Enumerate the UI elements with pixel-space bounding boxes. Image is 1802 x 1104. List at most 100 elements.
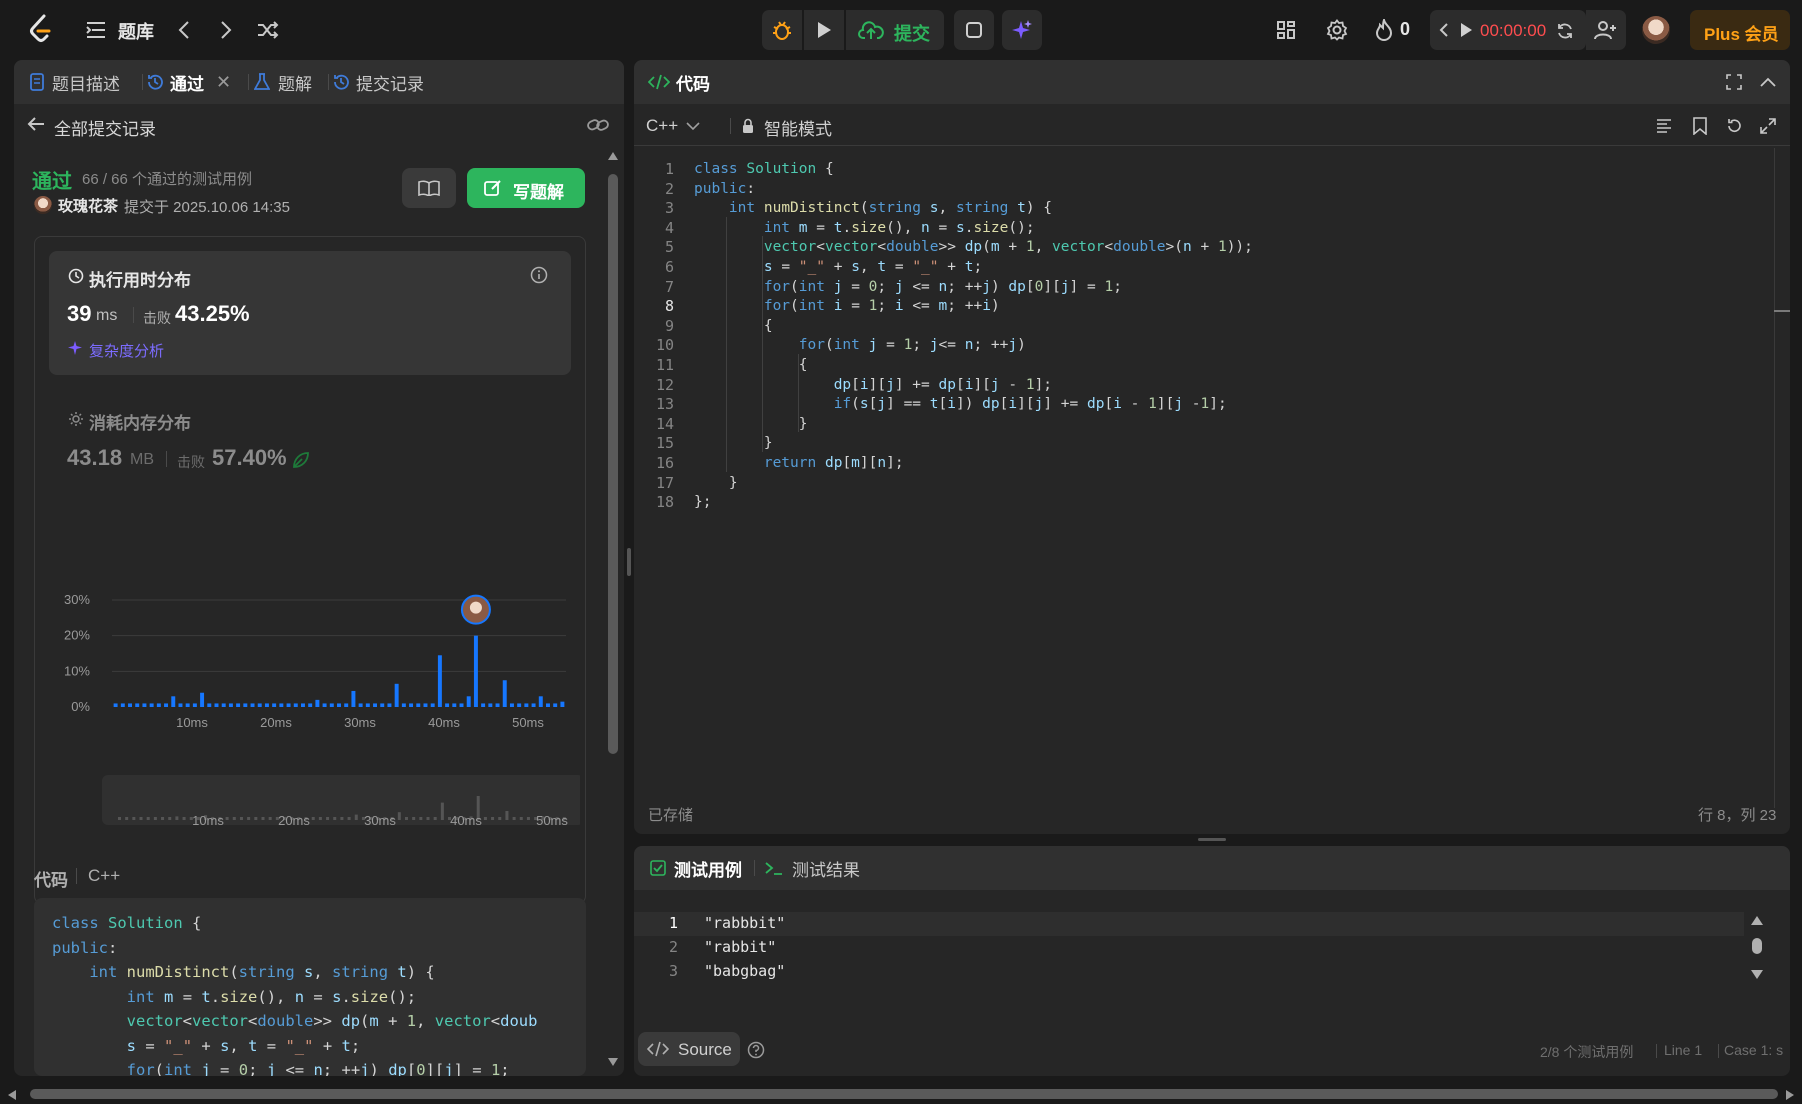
chart-bar <box>394 683 399 707</box>
close-tab-icon[interactable]: ✕ <box>216 72 231 93</box>
runtime-title: 执行用时分布 <box>89 271 191 290</box>
link-icon[interactable] <box>586 114 610 136</box>
runtime-unit: ms <box>96 307 118 324</box>
tab-testresults[interactable]: 测试结果 <box>764 846 860 890</box>
bookmark-icon[interactable] <box>1690 116 1710 136</box>
write-solution-button[interactable]: 写题解 <box>467 168 585 208</box>
streak-fire-icon[interactable] <box>1372 17 1396 43</box>
tab-testcases[interactable]: 测试用例 <box>650 846 742 890</box>
x-tick-label: 40ms <box>428 715 460 730</box>
back-arrow-icon[interactable] <box>24 112 48 136</box>
chart-bar <box>538 696 543 707</box>
overview-bar <box>498 817 502 820</box>
scroll-up-icon[interactable] <box>1751 916 1763 925</box>
runtime-distribution-chart[interactable]: 30% 20% 10% 0% 10ms 20ms 30ms 40ms 50ms 10ms 20ms 3… <box>50 510 584 890</box>
reset-icon[interactable] <box>1724 116 1744 136</box>
chart-bar <box>337 703 341 707</box>
x-tick-label: 50ms <box>512 715 544 730</box>
left-scrollbar-track[interactable] <box>607 152 619 1072</box>
chart-bar <box>264 703 269 707</box>
problems-link[interactable]: 题库 <box>118 18 154 44</box>
scroll-down-icon[interactable] <box>1751 970 1763 979</box>
memory-value: 43.18 <box>67 445 123 470</box>
editor-scrollbar[interactable] <box>1774 148 1775 808</box>
horizontal-resize-handle[interactable] <box>1198 838 1226 841</box>
format-icon[interactable] <box>1654 116 1674 136</box>
scroll-down-icon[interactable] <box>608 1058 618 1066</box>
list-icon[interactable] <box>84 18 108 42</box>
ai-button[interactable] <box>1002 10 1042 50</box>
scroll-up-icon[interactable] <box>608 152 618 160</box>
submit-button[interactable]: 提交 <box>846 10 944 50</box>
tab-submissions[interactable]: 提交记录 <box>332 60 424 104</box>
scroll-left-icon[interactable] <box>8 1090 16 1100</box>
source-button[interactable]: Source <box>638 1032 740 1066</box>
layout-icon[interactable] <box>1274 18 1298 42</box>
book-button[interactable] <box>402 168 456 208</box>
overview-bar <box>318 817 322 820</box>
chart-bar <box>272 703 277 707</box>
tab-description[interactable]: 题目描述 <box>30 60 120 104</box>
overview-bar <box>333 817 337 820</box>
tab-code[interactable]: 代码 <box>648 60 710 104</box>
smart-mode-toggle[interactable]: 智能模式 <box>764 115 832 140</box>
avatar[interactable] <box>1642 16 1670 44</box>
all-submissions-link[interactable]: 全部提交记录 <box>54 115 156 140</box>
panel-resize-handle[interactable] <box>627 548 631 576</box>
expand-icon[interactable] <box>1758 116 1778 136</box>
overview-bar <box>397 812 401 820</box>
submitted-code-block[interactable]: class Solution {public: int numDistinct(… <box>34 898 586 1076</box>
x-tick-label: 20ms <box>260 715 292 730</box>
help-icon[interactable] <box>746 1040 766 1060</box>
memory-title[interactable]: 消耗内存分布 <box>89 409 191 434</box>
testcase-editor[interactable]: 1 "rabbbit" 2 "rabbit" 3 "babgbag" <box>634 910 1754 990</box>
chart-bar <box>481 703 486 707</box>
complexity-analysis-link[interactable]: 复杂度分析 <box>89 340 164 361</box>
info-icon[interactable] <box>529 265 549 285</box>
overview-bar <box>483 817 487 820</box>
language-select[interactable]: C++ <box>646 114 700 138</box>
chart-bar <box>221 703 226 707</box>
chart-bar <box>286 703 291 707</box>
page-horizontal-scrollbar[interactable] <box>0 1086 1802 1104</box>
plus-member-button[interactable]: Plus 会员 <box>1690 10 1790 50</box>
timer-collapse-icon[interactable] <box>1436 20 1452 40</box>
code-editor[interactable]: 1 class Solution {2 public: 3 int numDistin… <box>634 156 1764 776</box>
chart-bar <box>459 703 464 707</box>
chart-bar <box>351 690 356 707</box>
tab-solutions[interactable]: 题解 <box>254 60 312 104</box>
add-user-icon <box>1594 19 1618 41</box>
debug-button[interactable] <box>762 10 802 50</box>
chart-bar <box>365 703 370 707</box>
username[interactable]: 玫瑰花茶 <box>58 195 118 216</box>
chart-bar <box>380 703 385 707</box>
collapse-chevron-icon[interactable] <box>1758 72 1778 92</box>
testcase-scrollbar-thumb[interactable] <box>1752 938 1762 954</box>
note-button[interactable] <box>954 10 994 50</box>
overview-bar <box>440 802 444 820</box>
overview-bar <box>404 817 408 820</box>
chart-bar <box>156 703 161 707</box>
run-button[interactable] <box>804 10 844 50</box>
settings-gear-icon[interactable] <box>1324 17 1350 43</box>
overview-tick-label: 40ms <box>450 813 482 828</box>
timer-reset-icon[interactable] <box>1554 20 1576 42</box>
runtime-card[interactable]: 执行用时分布 39 ms 击败 43.25% 复杂度分析 <box>49 251 571 375</box>
timer-start-icon[interactable] <box>1458 21 1474 39</box>
left-scrollbar-thumb[interactable] <box>608 174 618 754</box>
chevron-left-icon[interactable] <box>172 16 196 44</box>
leetcode-logo-icon[interactable] <box>24 12 58 46</box>
chart-bar <box>113 703 118 707</box>
page-scrollbar-thumb[interactable] <box>30 1089 1778 1099</box>
cloud-upload-icon <box>858 19 884 41</box>
overview-bar <box>161 817 165 820</box>
scroll-right-icon[interactable] <box>1786 1090 1794 1100</box>
testcase-scrollbar[interactable] <box>1750 916 1764 982</box>
fullscreen-icon[interactable] <box>1724 72 1744 92</box>
user-avatar[interactable] <box>34 196 52 214</box>
chevron-right-icon[interactable] <box>214 16 238 44</box>
edit-icon <box>483 179 503 197</box>
tab-accepted[interactable]: 通过 ✕ <box>146 60 231 104</box>
add-friend-button[interactable] <box>1586 10 1626 50</box>
shuffle-icon[interactable] <box>254 16 282 44</box>
